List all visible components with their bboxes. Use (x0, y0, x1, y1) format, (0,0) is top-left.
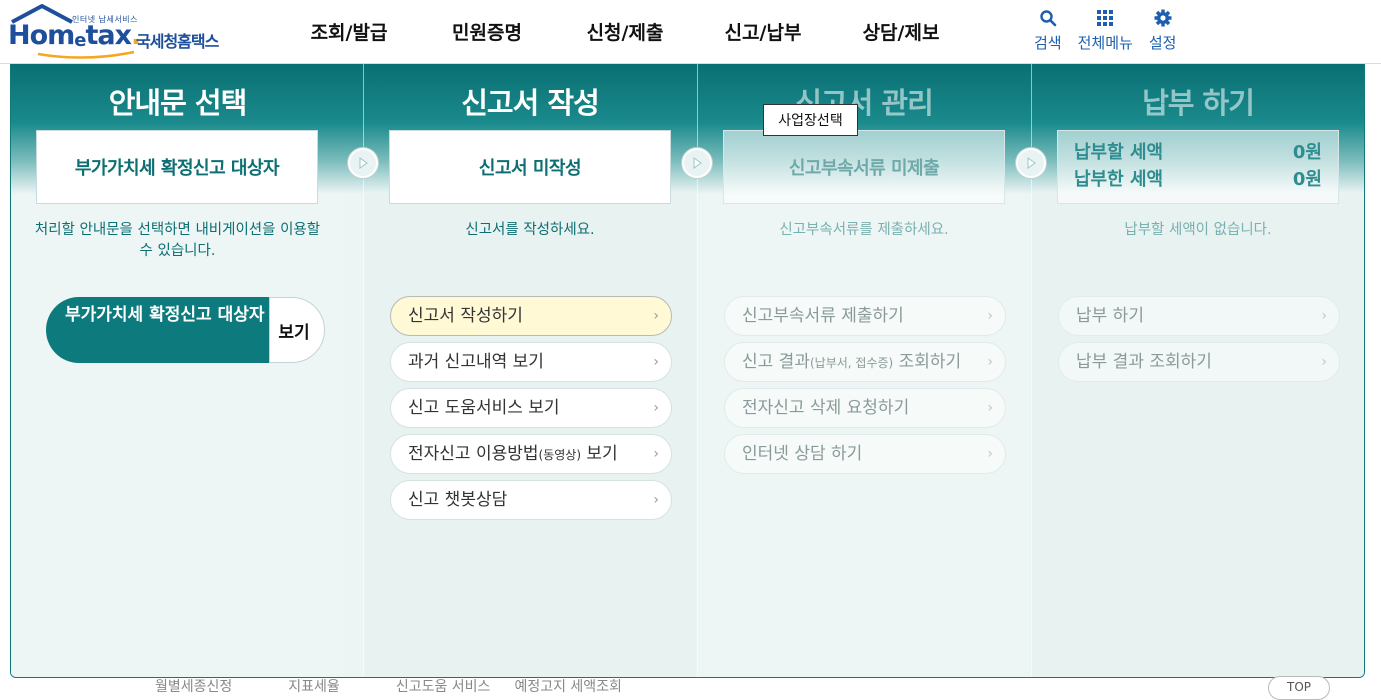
chevron-right-icon: › (653, 308, 659, 324)
play-arrow-icon (693, 157, 702, 169)
all-menu-label: 전체메뉴 (1077, 34, 1133, 52)
footer-link[interactable]: 지표세율 (288, 676, 340, 696)
nav-consult[interactable]: 상담/제보 (832, 0, 970, 64)
column-background (1032, 194, 1364, 677)
step-payment: 납부 하기 납부할 세액 0원 납부한 세액 0원 납부할 세액이 없습니다. … (1031, 64, 1364, 677)
play-arrow-icon (359, 157, 368, 169)
write-description: 신고서를 작성하세요. (465, 222, 595, 238)
settings-button[interactable]: 설정 (1148, 6, 1177, 53)
step-title: 납부 하기 (1142, 86, 1255, 120)
gear-icon (1154, 9, 1172, 27)
step-guide-select: 안내문 선택 부가가치세 확정신고 대상자 처리할 안내문을 선택하면 내비게이… (11, 64, 344, 677)
manage-description: 신고부속서류를 제출하세요. (779, 222, 949, 238)
step-title: 신고서 작성 (461, 86, 600, 120)
search-button[interactable]: 검색 (1034, 6, 1062, 53)
guide-select-button[interactable]: 부가가치세 확정신고 대상자 (46, 297, 269, 363)
guide-status-box: 부가가치세 확정신고 대상자 (36, 130, 318, 204)
chatbot-button[interactable]: 신고 챗봇상담 › (390, 480, 672, 520)
main-nav: 조회/발급 민원증명 신청/제출 신고/납부 상담/제보 (280, 0, 970, 64)
submit-attachments-button[interactable]: 신고부속서류 제출하기 › (724, 296, 1006, 336)
filing-navigation-panel: 안내문 선택 부가가치세 확정신고 대상자 처리할 안내문을 선택하면 내비게이… (10, 64, 1365, 678)
nav-report-payment[interactable]: 신고/납부 (694, 0, 832, 64)
amount-due-row: 납부할 세액 0원 (1074, 139, 1322, 166)
chevron-right-icon: › (987, 308, 993, 324)
logo-wordmark: Hometax. (8, 20, 141, 51)
chevron-right-icon: › (653, 446, 659, 462)
hometax-logo[interactable]: 인터넷 납세서비스 Hometax. 국세청홈택스 (8, 4, 248, 60)
step-title: 안내문 선택 (108, 86, 248, 120)
guide-view-button[interactable]: 보기 (269, 297, 325, 363)
manage-action-list: 신고부속서류 제출하기 › 신고 결과(납부서, 접수증) 조회하기 › 전자신고 … (724, 296, 1006, 480)
past-reports-button[interactable]: 과거 신고내역 보기 › (390, 342, 672, 382)
settings-label: 설정 (1148, 34, 1177, 52)
step-write-report: 신고서 작성 신고서 미작성 신고서를 작성하세요. 신고서 작성하기 › 과거 … (363, 64, 696, 677)
write-status-box: 신고서 미작성 (389, 130, 671, 204)
chevron-right-icon: › (987, 354, 993, 370)
step-arrow (348, 148, 378, 178)
search-label: 검색 (1034, 34, 1062, 52)
report-result-button[interactable]: 신고 결과(납부서, 접수증) 조회하기 › (724, 342, 1006, 382)
step-arrow (682, 148, 712, 178)
chevron-right-icon: › (987, 400, 993, 416)
amount-paid-row: 납부한 세액 0원 (1074, 166, 1322, 193)
logo-korean-name: 국세청홈택스 (136, 32, 219, 51)
write-action-list: 신고서 작성하기 › 과거 신고내역 보기 › 신고 도움서비스 보기 › 전자신고 … (390, 296, 672, 526)
chevron-right-icon: › (987, 446, 993, 462)
step-title: 신고서 관리 (795, 86, 934, 120)
footer-link[interactable]: 예정고지 세액조회 (514, 676, 622, 696)
scroll-top-button[interactable]: TOP (1268, 676, 1330, 700)
step-arrow (1016, 148, 1046, 178)
guide-description: 처리할 안내문을 선택하면 내비게이션을 이용할 수 있습니다. (34, 222, 321, 259)
payment-result-button[interactable]: 납부 결과 조회하기 › (1058, 342, 1340, 382)
chevron-right-icon: › (1321, 354, 1327, 370)
footer-link[interactable]: 신고도움 서비스 (396, 676, 491, 696)
chevron-right-icon: › (653, 492, 659, 508)
online-consult-button[interactable]: 인터넷 상담 하기 › (724, 434, 1006, 474)
top-header: 인터넷 납세서비스 Hometax. 국세청홈택스 조회/발급 민원증명 신청/… (0, 0, 1381, 64)
logo-swoosh-icon (37, 50, 135, 59)
nav-certificate[interactable]: 민원증명 (418, 0, 556, 64)
payment-description: 납부할 세액이 없습니다. (1124, 222, 1272, 238)
business-select-tooltip: 사업장선택 (763, 104, 858, 136)
step-manage-report: 신고서 관리 신고부속서류 미제출 신고부속서류를 제출하세요. 신고부속서류 … (697, 64, 1030, 677)
amount-paid-label: 납부한 세액 (1074, 169, 1164, 190)
chevron-right-icon: › (653, 354, 659, 370)
guide-selector: 부가가치세 확정신고 대상자 보기 (46, 297, 328, 363)
help-service-button[interactable]: 신고 도움서비스 보기 › (390, 388, 672, 428)
play-arrow-icon (1027, 157, 1036, 169)
utility-menu: 검색 전체메뉴 설정 (1034, 6, 1192, 53)
delete-request-button[interactable]: 전자신고 삭제 요청하기 › (724, 388, 1006, 428)
nav-application[interactable]: 신청/제출 (556, 0, 694, 64)
footer-links: 월별세종신정 지표세율 신고도움 서비스 예정고지 세액조회 (155, 676, 678, 696)
amount-due-label: 납부할 세액 (1074, 142, 1164, 163)
grid-menu-icon (1097, 10, 1114, 26)
chevron-right-icon: › (1321, 308, 1327, 324)
manage-status-box: 신고부속서류 미제출 (723, 130, 1005, 204)
footer-link[interactable]: 월별세종신정 (155, 676, 232, 696)
pay-button[interactable]: 납부 하기 › (1058, 296, 1340, 336)
amount-paid-value: 0원 (1292, 169, 1322, 190)
payment-summary-box: 납부할 세액 0원 납부한 세액 0원 (1057, 130, 1339, 204)
chevron-right-icon: › (653, 400, 659, 416)
write-report-button[interactable]: 신고서 작성하기 › (390, 296, 672, 336)
how-to-video-button[interactable]: 전자신고 이용방법(동영상) 보기 › (390, 434, 672, 474)
column-background (11, 194, 344, 677)
nav-inquiry[interactable]: 조회/발급 (280, 0, 418, 64)
all-menu-button[interactable]: 전체메뉴 (1078, 6, 1133, 53)
payment-action-list: 납부 하기 › 납부 결과 조회하기 › (1058, 296, 1340, 388)
amount-due-value: 0원 (1292, 142, 1322, 163)
search-icon (1040, 10, 1057, 27)
